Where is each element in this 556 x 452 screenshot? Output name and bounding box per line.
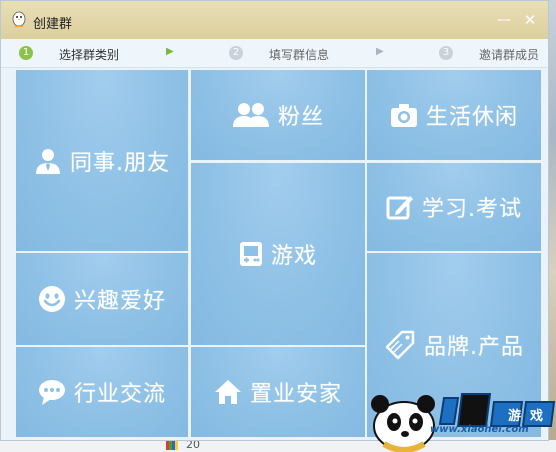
category-label: 生活休闲 <box>425 105 518 130</box>
category-label: 学习.考试 <box>422 197 522 222</box>
category-label: 行业交流 <box>73 382 166 407</box>
windows-flag-icon <box>166 441 178 450</box>
category-tile-realestate[interactable]: 置业安家 <box>191 347 365 437</box>
edit-note-icon <box>386 196 413 220</box>
step-3-number: 3 <box>439 46 453 60</box>
category-label: 置业安家 <box>249 382 342 407</box>
logo-text-xi: 戏 <box>529 408 543 424</box>
category-tile-industry[interactable]: 行业交流 <box>16 347 188 437</box>
watermark-url: www.xiaohei.com <box>430 424 529 435</box>
create-group-window: 创建群 — ✕ 1 选择群类别 ▶ 2 填写群信息 ▶ 3 邀请群成员 同事.朋… <box>0 0 549 441</box>
close-button[interactable]: ✕ <box>521 11 539 29</box>
step-2-label: 填写群信息 <box>269 48 330 62</box>
logo-text-you: 游 <box>508 408 521 424</box>
group-people-icon <box>232 103 269 127</box>
category-tile-hobbies[interactable]: 兴趣爱好 <box>16 253 188 345</box>
minimize-button[interactable]: — <box>495 11 513 29</box>
category-label: 品牌.产品 <box>424 335 524 360</box>
camera-icon <box>390 104 417 127</box>
category-tile-study[interactable]: 学习.考试 <box>367 163 541 251</box>
category-label: 粉丝 <box>277 105 324 130</box>
step-1-number: 1 <box>19 46 33 60</box>
step-arrow-icon: ▶ <box>166 46 174 57</box>
qq-penguin-icon <box>12 11 26 27</box>
game-console-icon <box>239 242 262 266</box>
category-label: 同事.朋友 <box>70 150 170 176</box>
wizard-steps: 1 选择群类别 ▶ 2 填写群信息 ▶ 3 邀请群成员 <box>1 39 548 68</box>
category-tile-fans[interactable]: 粉丝 <box>191 70 365 160</box>
step-2-number: 2 <box>229 46 243 60</box>
title-bar[interactable]: 创建群 — ✕ <box>1 1 548 39</box>
window-title: 创建群 <box>33 17 73 32</box>
category-tile-leisure[interactable]: 生活休闲 <box>367 70 541 160</box>
xiaohei-watermark-logo: 游 戏 <box>371 393 556 452</box>
step-1-label: 选择群类别 <box>59 48 120 62</box>
price-tag-icon <box>385 330 415 360</box>
category-tile-colleagues[interactable]: 同事.朋友 <box>16 70 188 251</box>
category-tile-games[interactable]: 游戏 <box>191 163 365 345</box>
step-arrow-icon: ▶ <box>376 46 384 57</box>
step-3-label: 邀请群成员 <box>479 48 540 62</box>
category-label: 游戏 <box>270 244 317 269</box>
category-label: 兴趣爱好 <box>73 289 166 314</box>
house-icon <box>214 380 241 404</box>
person-tie-icon <box>36 148 60 174</box>
chat-bubble-icon <box>38 380 65 405</box>
smiley-icon <box>38 286 65 312</box>
